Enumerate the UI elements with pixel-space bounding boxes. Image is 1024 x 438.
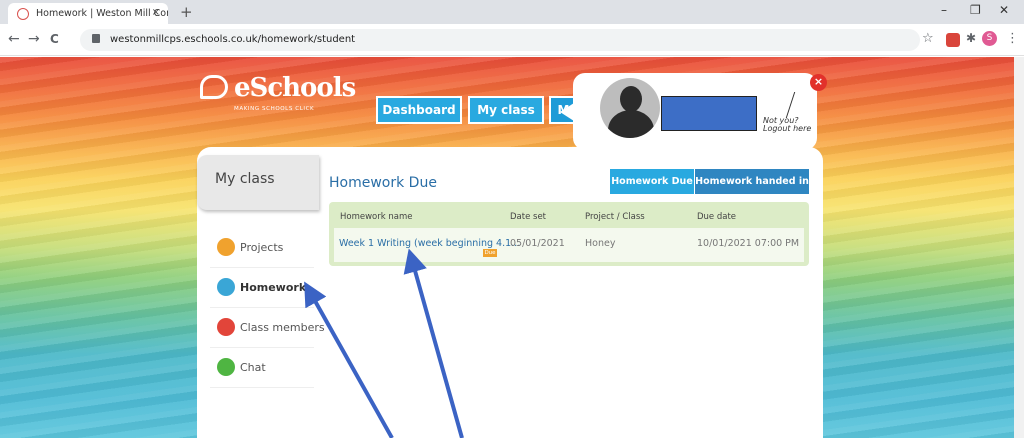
annotation-arrows bbox=[304, 248, 464, 438]
arrow-to-homework-name bbox=[403, 248, 464, 438]
arrow-to-homework bbox=[304, 281, 394, 438]
